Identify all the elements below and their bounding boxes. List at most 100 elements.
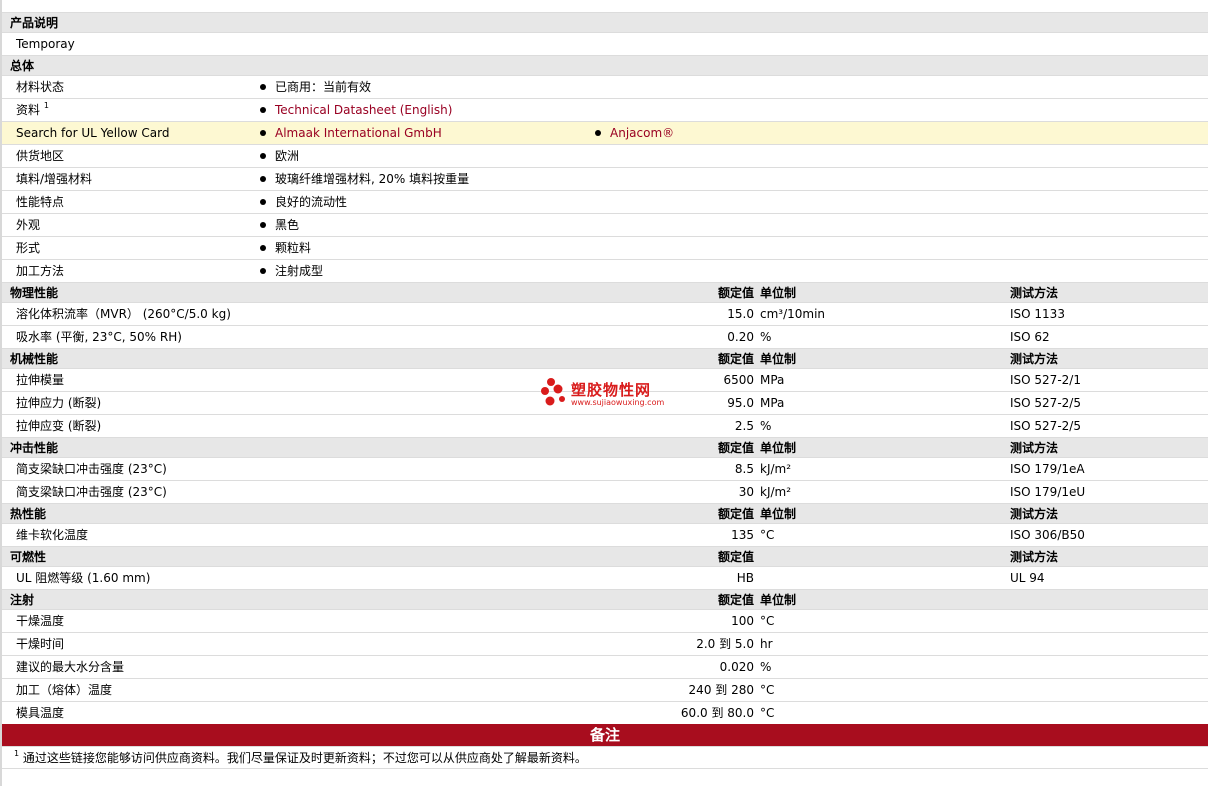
bullet-icon xyxy=(260,130,266,136)
test-method: ISO 179/1eA xyxy=(1010,462,1085,476)
test-method: ISO 527-2/1 xyxy=(1010,373,1081,387)
column-header-method: 测试方法 xyxy=(1010,507,1059,521)
nominal-value: 60.0 到 80.0 xyxy=(680,706,754,720)
table-row: 拉伸应变 (断裂) 2.5% ISO 527-2/5 xyxy=(2,414,1208,437)
notes-header: 备注 xyxy=(2,724,1208,746)
nominal-value: 0.020 xyxy=(719,660,754,674)
unit: % xyxy=(760,660,772,674)
table-row: 材料状态 已商用：当前有效 xyxy=(2,75,1208,98)
nominal-value: 6500 xyxy=(723,373,754,387)
test-method: ISO 527-2/5 xyxy=(1010,396,1081,410)
table-row: UL 阻燃等级 (1.60 mm) HB UL 94 xyxy=(2,566,1208,589)
bullet-item: 玻璃纤维增强材料, 20% 填料按重量 xyxy=(260,168,469,190)
property-label: 加工（熔体）温度 xyxy=(16,679,112,701)
section-title: 冲击性能 xyxy=(10,441,59,455)
table-row: 加工（熔体）温度 240 到 280 °C xyxy=(2,678,1208,701)
unit: °C xyxy=(760,614,775,628)
footnote-marker: 1 xyxy=(43,101,49,110)
section-header: 总体 xyxy=(2,55,1208,75)
table-row: 建议的最大水分含量 0.020% xyxy=(2,655,1208,678)
footnote-marker: 1 xyxy=(14,749,20,758)
property-label-text: 吸水率 (平衡, 23°C, 50% RH) xyxy=(16,330,182,344)
bullet-icon xyxy=(260,107,266,113)
bullet-icon xyxy=(595,130,601,136)
property-label: 拉伸应力 (断裂) xyxy=(16,392,101,414)
property-label-text: 形式 xyxy=(16,241,41,255)
test-method: ISO 527-2/5 xyxy=(1010,419,1081,433)
property-label: 建议的最大水分含量 xyxy=(16,656,124,678)
bullet-item[interactable]: Anjacom® xyxy=(595,122,674,144)
bullet-text: 注射成型 xyxy=(275,264,324,278)
bullet-icon xyxy=(260,245,266,251)
nominal-value: 135 xyxy=(731,528,754,542)
section-title: 总体 xyxy=(10,59,35,73)
bullet-item: 颗粒料 xyxy=(260,237,311,259)
property-label: 吸水率 (平衡, 23°C, 50% RH) xyxy=(16,326,182,348)
property-label: 简支梁缺口冲击强度 (23°C) xyxy=(16,458,167,480)
table-row: 外观 黑色 xyxy=(2,213,1208,236)
bullet-text: 良好的流动性 xyxy=(275,195,348,209)
nominal-value: 2.0 到 5.0 xyxy=(696,637,754,651)
watermark-name: 塑胶物性网 xyxy=(571,381,652,399)
table-row: 吸水率 (平衡, 23°C, 50% RH) 0.20% ISO 62 xyxy=(2,325,1208,348)
property-label-text: 加工（熔体）温度 xyxy=(16,683,113,697)
watermark-dots-icon xyxy=(541,378,565,406)
bullet-item: 注射成型 xyxy=(260,260,323,282)
column-header-unit: 单位制 xyxy=(760,352,797,366)
supplier-link[interactable]: Technical Datasheet (English) xyxy=(275,103,452,117)
property-label: 材料状态 xyxy=(16,76,64,98)
column-header-unit: 单位制 xyxy=(760,507,797,521)
section-title: 热性能 xyxy=(10,507,47,521)
bullet-item: 已商用：当前有效 xyxy=(260,76,371,98)
property-label: 溶化体积流率（MVR） (260°C/5.0 kg) xyxy=(16,303,231,325)
property-label: 干燥温度 xyxy=(16,610,64,632)
property-label-text: UL 阻燃等级 (1.60 mm) xyxy=(16,571,151,585)
column-header-method: 测试方法 xyxy=(1010,550,1059,564)
column-header-value: 额定值 xyxy=(717,441,754,455)
table-row: 填料/增强材料 玻璃纤维增强材料, 20% 填料按重量 xyxy=(2,167,1208,190)
bullet-item: 良好的流动性 xyxy=(260,191,347,213)
bullet-icon xyxy=(260,153,266,159)
test-method: ISO 306/B50 xyxy=(1010,528,1085,542)
property-label: 维卡软化温度 xyxy=(16,524,88,546)
table-row: 加工方法 注射成型 xyxy=(2,259,1208,282)
bullet-icon xyxy=(260,176,266,182)
unit: % xyxy=(760,330,772,344)
unit: °C xyxy=(760,528,775,542)
property-label-text: 简支梁缺口冲击强度 (23°C) xyxy=(16,485,167,499)
property-label-text: 模具温度 xyxy=(16,706,65,720)
footnote-row: 1 通过这些链接您能够访问供应商资料。我们尽量保证及时更新资料；不过您可以从供应… xyxy=(2,746,1208,768)
section-title: 产品说明 xyxy=(10,16,59,30)
bullet-item: 欧洲 xyxy=(260,145,299,167)
property-label: 拉伸应变 (断裂) xyxy=(16,415,101,437)
property-label-text: 干燥温度 xyxy=(16,614,65,628)
property-label: Temporay xyxy=(16,33,75,55)
section-title: 机械性能 xyxy=(10,352,59,366)
nominal-value: HB xyxy=(736,571,754,585)
supplier-link[interactable]: Anjacom® xyxy=(610,126,674,140)
property-label: 简支梁缺口冲击强度 (23°C) xyxy=(16,481,167,503)
bullet-text: 已商用：当前有效 xyxy=(275,80,372,94)
bullet-item[interactable]: Almaak International GmbH xyxy=(260,122,442,144)
column-header-method: 测试方法 xyxy=(1010,286,1059,300)
property-label: 干燥时间 xyxy=(16,633,64,655)
property-label: UL 阻燃等级 (1.60 mm) xyxy=(16,567,150,589)
column-header-unit: 单位制 xyxy=(760,441,797,455)
unit: °C xyxy=(760,706,775,720)
table-row: Temporay xyxy=(2,32,1208,55)
table-row: 形式 颗粒料 xyxy=(2,236,1208,259)
nominal-value: 95.0 xyxy=(727,396,754,410)
supplier-link[interactable]: Almaak International GmbH xyxy=(275,126,442,140)
bullet-icon xyxy=(260,84,266,90)
nominal-value: 2.5 xyxy=(734,419,754,433)
column-header-method: 测试方法 xyxy=(1010,441,1059,455)
bullet-item[interactable]: Technical Datasheet (English) xyxy=(260,99,452,121)
column-header-unit: 单位制 xyxy=(760,593,797,607)
property-label: 性能特点 xyxy=(16,191,64,213)
column-header-value: 额定值 xyxy=(717,507,754,521)
property-label: 拉伸模量 xyxy=(16,369,64,391)
unit: % xyxy=(760,419,772,433)
test-method: ISO 179/1eU xyxy=(1010,485,1086,499)
table-row: 简支梁缺口冲击强度 (23°C) 8.5 kJ/m² ISO 179/1eA xyxy=(2,457,1208,480)
column-header-value: 额定值 xyxy=(717,593,754,607)
